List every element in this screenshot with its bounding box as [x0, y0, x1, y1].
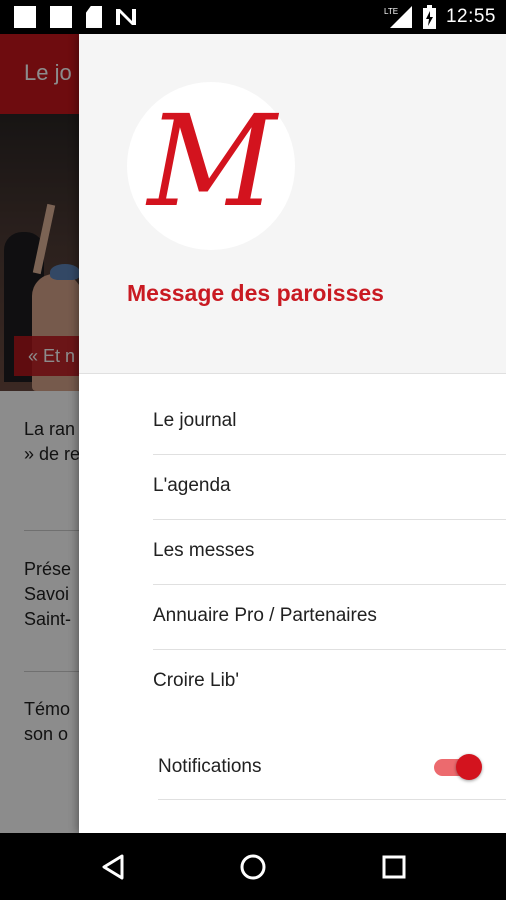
drawer-header: M Message des paroisses — [79, 34, 506, 374]
system-nav-bar — [0, 833, 506, 900]
navigation-drawer: M Message des paroisses Le journal L'age… — [79, 34, 506, 833]
back-icon[interactable] — [96, 849, 132, 885]
clock: 12:55 — [445, 6, 496, 27]
nfc-icon — [116, 9, 136, 25]
notification-icon — [50, 6, 72, 28]
menu-item-label: Les messes — [153, 540, 255, 561]
battery-icon — [423, 5, 436, 29]
logo-letter: M — [147, 88, 277, 235]
menu-item-agenda[interactable]: L'agenda — [153, 455, 506, 520]
notifications-label: Notifications — [158, 756, 262, 777]
signal-icon: LTE — [384, 6, 412, 28]
menu-item-label: Annuaire Pro / Partenaires — [153, 605, 377, 626]
app-name: Message des paroisses — [127, 280, 384, 306]
notification-icon — [14, 6, 36, 28]
network-type-label: LTE — [384, 7, 398, 16]
notifications-toggle[interactable] — [434, 752, 484, 780]
menu-item-label: L'agenda — [153, 475, 231, 496]
status-bar: LTE 12:55 — [0, 0, 506, 34]
notifications-row: Notifications — [158, 732, 506, 800]
toggle-thumb — [456, 754, 482, 780]
menu-item-annuaire[interactable]: Annuaire Pro / Partenaires — [153, 585, 506, 650]
sd-card-icon — [86, 6, 102, 28]
app-logo: M — [127, 82, 295, 250]
menu-item-label: Croire Lib' — [153, 670, 239, 691]
home-icon[interactable] — [235, 849, 271, 885]
recents-icon[interactable] — [376, 849, 412, 885]
menu-item-les-messes[interactable]: Les messes — [153, 520, 506, 585]
menu-item-le-journal[interactable]: Le journal — [153, 390, 506, 455]
menu-item-label: Le journal — [153, 410, 237, 431]
menu-item-croire-lib[interactable]: Croire Lib' — [153, 650, 506, 715]
